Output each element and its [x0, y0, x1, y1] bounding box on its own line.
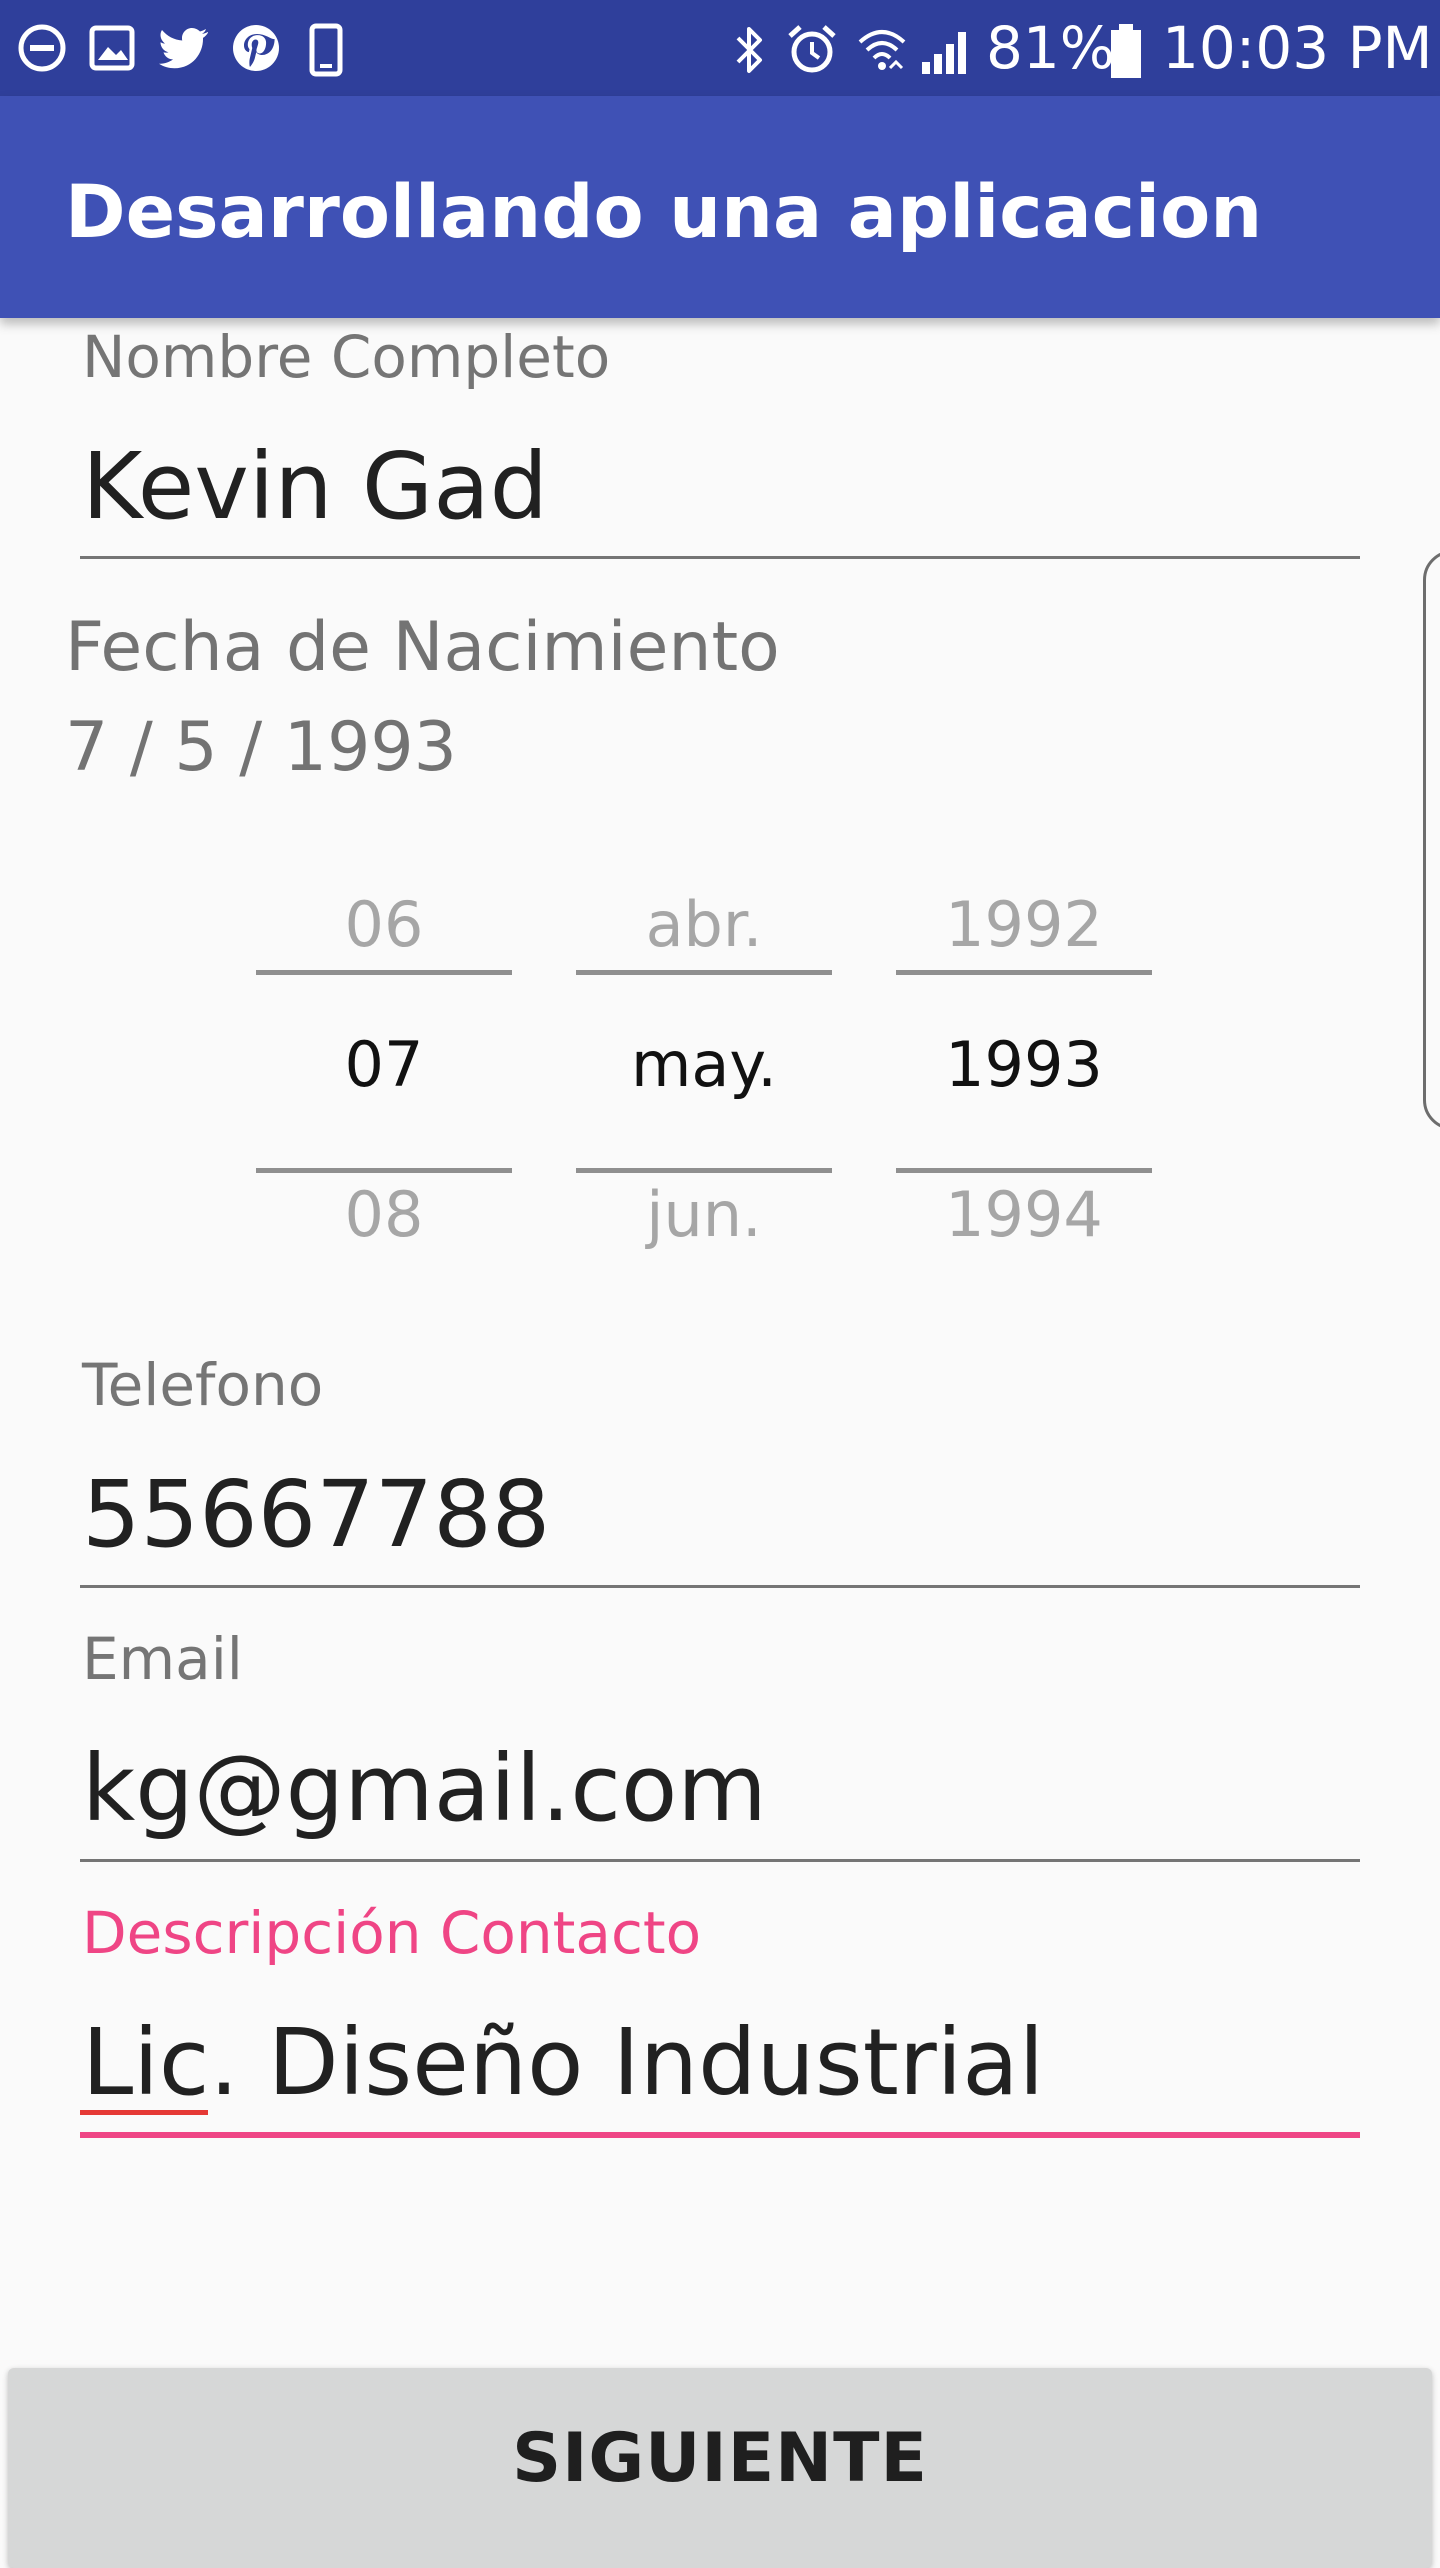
year-next[interactable]: 1994	[896, 1180, 1152, 1250]
wifi-icon	[858, 30, 906, 70]
year-prev[interactable]: 1992	[896, 890, 1152, 960]
month-divider-top	[576, 970, 832, 975]
app-title: Desarrollando una aplicacion	[65, 170, 1263, 255]
phone-label: Telefono	[82, 1351, 324, 1419]
day-divider-top	[256, 970, 512, 975]
day-selected[interactable]: 07	[256, 1030, 512, 1100]
app-bar: Desarrollando una aplicacion	[0, 96, 1440, 318]
do-not-disturb-icon	[18, 24, 66, 72]
name-label: Nombre Completo	[82, 323, 611, 391]
year-selected[interactable]: 1993	[896, 1030, 1152, 1100]
day-divider-bottom	[256, 1168, 512, 1173]
spellcheck-underline	[80, 2110, 208, 2115]
alarm-icon	[788, 25, 836, 73]
twitter-icon	[159, 28, 208, 69]
pinterest-icon	[233, 25, 279, 71]
description-underline-focused	[80, 2132, 1360, 2138]
next-button[interactable]: SIGUIENTE	[8, 2368, 1432, 2568]
month-prev[interactable]: abr.	[576, 890, 832, 960]
year-divider-top	[896, 970, 1152, 975]
email-label: Email	[82, 1625, 243, 1693]
email-input[interactable]: kg@gmail.com	[82, 1734, 767, 1844]
name-input[interactable]: Kevin Gad	[82, 432, 548, 542]
description-input[interactable]: Lic. Diseño Industrial	[82, 2008, 1044, 2118]
edge-panel-handle[interactable]	[1423, 550, 1440, 1130]
battery-percent: 81%	[986, 14, 1115, 82]
battery-icon	[1111, 24, 1141, 78]
name-underline	[80, 556, 1360, 559]
phone-underline	[80, 1585, 1360, 1588]
month-next[interactable]: jun.	[576, 1180, 832, 1250]
description-label: Descripción Contacto	[82, 1899, 702, 1967]
cell-signal-icon	[922, 32, 966, 74]
day-next[interactable]: 08	[256, 1180, 512, 1250]
year-divider-bottom	[896, 1168, 1152, 1173]
day-prev[interactable]: 06	[256, 890, 512, 960]
phone-vibrate-icon	[309, 23, 343, 77]
month-selected[interactable]: may.	[576, 1030, 832, 1100]
month-divider-bottom	[576, 1168, 832, 1173]
phone-input[interactable]: 55667788	[82, 1460, 550, 1570]
bluetooth-icon	[736, 27, 762, 73]
clock: 10:03 PM	[1162, 14, 1433, 82]
email-underline	[80, 1859, 1360, 1862]
image-icon	[89, 25, 135, 71]
status-bar: 81% 10:03 PM	[0, 0, 1440, 96]
birth-date-label: Fecha de Nacimiento	[65, 608, 780, 687]
birth-date-value: 7 / 5 / 1993	[65, 708, 457, 787]
